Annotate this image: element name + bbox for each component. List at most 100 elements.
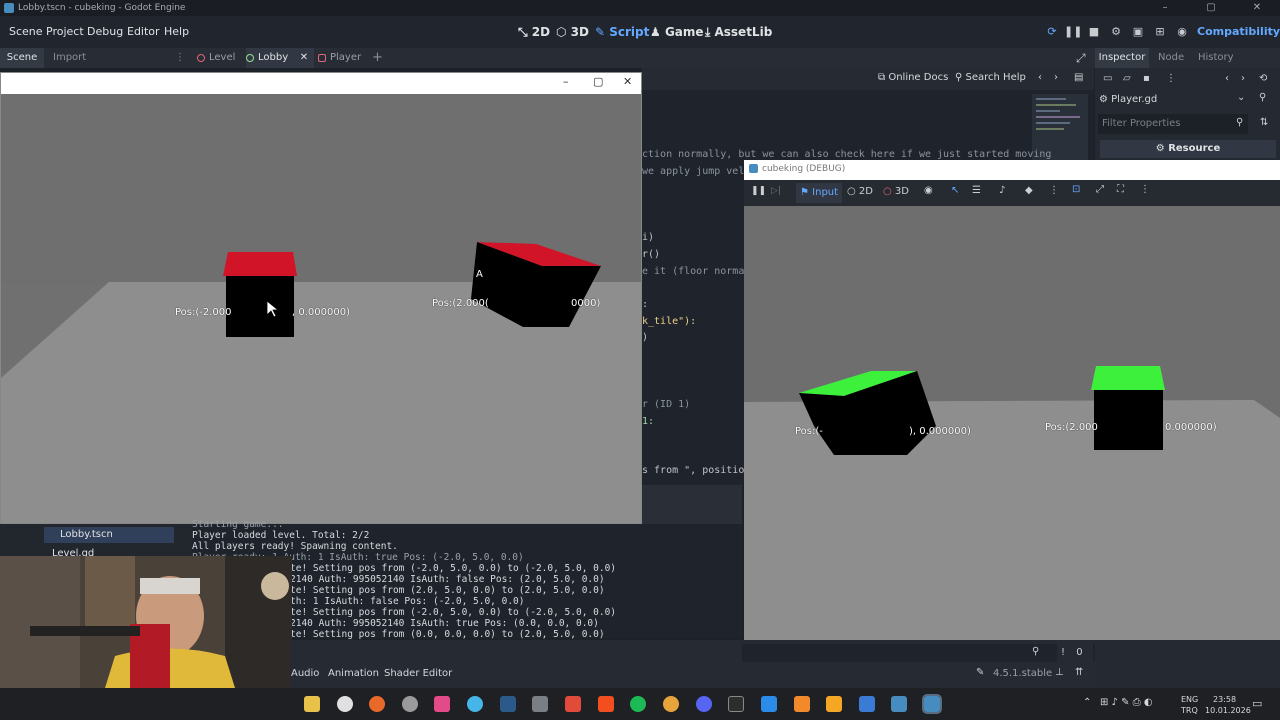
- firefox-icon[interactable]: [369, 696, 385, 712]
- game-minimize-button[interactable]: –: [563, 75, 569, 88]
- play-scene-icon[interactable]: ▣: [1130, 24, 1146, 40]
- pause-icon[interactable]: ❚❚: [1064, 24, 1082, 40]
- resource-section[interactable]: ⚙ Resource: [1100, 140, 1276, 158]
- filter-options-icon[interactable]: ⇅: [1260, 117, 1268, 128]
- signal-icon[interactable]: [467, 696, 483, 712]
- workspace-assetlib[interactable]: ⤓ AssetLib: [705, 16, 772, 48]
- expand-panel-icon[interactable]: ⇈: [1075, 667, 1083, 678]
- tab-animation[interactable]: Animation: [328, 668, 379, 679]
- pin-icon[interactable]: ⊥: [1055, 667, 1064, 678]
- list-select-icon[interactable]: ☰: [972, 185, 981, 196]
- stop-icon[interactable]: ■: [1086, 24, 1102, 40]
- clock-app-icon[interactable]: [337, 696, 353, 712]
- tab-scene[interactable]: Scene: [0, 48, 44, 68]
- resource-path[interactable]: ⚙ Player.gd ⌄ ⚲: [1099, 92, 1277, 110]
- menu-help[interactable]: Help: [164, 16, 189, 48]
- chevron-down-icon[interactable]: ⌄: [1237, 92, 1245, 103]
- scene-tab-lobby[interactable]: Lobby ✕: [246, 48, 315, 68]
- menu-project[interactable]: Project: [46, 16, 84, 48]
- tab-import[interactable]: Import: [53, 48, 86, 68]
- chrome-icon[interactable]: [663, 696, 679, 712]
- affinity-icon[interactable]: [565, 696, 581, 712]
- menu-scene[interactable]: Scene: [9, 16, 43, 48]
- add-tab-icon[interactable]: +: [372, 48, 383, 68]
- filter-properties-input[interactable]: Filter Properties ⚲: [1098, 114, 1248, 134]
- terminal-icon[interactable]: [728, 696, 744, 712]
- movie-maker-icon[interactable]: ◉: [1174, 24, 1190, 40]
- search-help-button[interactable]: ⚲ Search Help: [955, 72, 1026, 83]
- tray-icons[interactable]: ⊞ ♪ ✎ ⎙ ◐: [1100, 697, 1153, 708]
- close-tab-icon[interactable]: ✕: [300, 48, 308, 68]
- remote-debug-icon[interactable]: ⚙: [1108, 24, 1124, 40]
- dock-menu-icon[interactable]: ⋮: [175, 48, 185, 68]
- fit-icon[interactable]: ⤢: [1096, 184, 1104, 195]
- obs-icon[interactable]: [402, 696, 418, 712]
- new-resource-icon[interactable]: ▭: [1103, 73, 1112, 84]
- notification-icon[interactable]: ▭: [1252, 697, 1262, 710]
- vscode-icon[interactable]: [761, 696, 777, 712]
- unity-icon[interactable]: [532, 696, 548, 712]
- game-window[interactable]: – ▢ ✕ Pos:(-2.000 , 0.000000) Pos:(2.000…: [0, 72, 642, 524]
- renderer-select[interactable]: Compatibility ▾: [1197, 16, 1280, 70]
- play-custom-icon[interactable]: ⊞: [1152, 24, 1168, 40]
- visibility-icon[interactable]: ◉: [924, 185, 933, 196]
- next-script-icon[interactable]: ›: [1054, 72, 1058, 83]
- input-toggle[interactable]: ⚑ Input: [796, 183, 843, 203]
- tab-audio[interactable]: Audio: [291, 668, 319, 679]
- more-icon[interactable]: ⋮: [1166, 73, 1176, 84]
- online-docs-button[interactable]: ⧉ Online Docs: [878, 72, 948, 83]
- options-icon[interactable]: ⋮: [1140, 184, 1150, 195]
- forward-icon[interactable]: ›: [1241, 73, 1245, 84]
- workspace-script[interactable]: ✎ Script: [595, 16, 649, 48]
- select-icon[interactable]: ↖: [951, 185, 959, 196]
- slack-icon[interactable]: [434, 696, 450, 712]
- search-icon[interactable]: ⚲: [1032, 646, 1039, 657]
- tab-history[interactable]: History: [1198, 48, 1234, 68]
- menu-editor[interactable]: Editor: [127, 16, 160, 48]
- reload-icon[interactable]: ⟳: [1044, 24, 1060, 40]
- distraction-free-icon[interactable]: ⤢: [1076, 48, 1086, 68]
- language-indicator-sub[interactable]: TRQ: [1181, 706, 1198, 715]
- minimize-button[interactable]: –: [1142, 0, 1188, 16]
- clock-time[interactable]: 23:58: [1213, 695, 1236, 704]
- maximize-button[interactable]: ▢: [1188, 0, 1234, 16]
- discord-icon[interactable]: [696, 696, 712, 712]
- tab-inspector[interactable]: Inspector: [1095, 48, 1149, 68]
- workspace-2d[interactable]: ⤡ 2D: [518, 16, 550, 48]
- file-explorer-icon[interactable]: [304, 696, 320, 712]
- more-icon[interactable]: ⋮: [1049, 185, 1059, 196]
- debug-game-window[interactable]: cubeking (DEBUG) ❚❚ ▷| ⚑ Input ○ 2D ○ 3D…: [744, 160, 1280, 640]
- game-close-button[interactable]: ✕: [623, 75, 632, 88]
- tab-node[interactable]: Node: [1158, 48, 1184, 68]
- steam-icon[interactable]: [500, 696, 516, 712]
- audio-icon[interactable]: ♪: [999, 185, 1005, 196]
- camera-icon[interactable]: ◆: [1025, 185, 1033, 196]
- 2d-toggle[interactable]: ○ 2D: [847, 186, 873, 197]
- godot-debug-icon[interactable]: [922, 694, 942, 714]
- spotify-icon[interactable]: [630, 696, 646, 712]
- save-icon[interactable]: ▪: [1143, 73, 1150, 84]
- scene-tab-player[interactable]: Player: [318, 48, 361, 68]
- camera-override-icon[interactable]: ⊡: [1072, 184, 1080, 195]
- file-item-lobby[interactable]: Lobby.tscn: [44, 527, 174, 543]
- fullscreen-icon[interactable]: ⛶: [1117, 184, 1124, 195]
- font-app-icon[interactable]: [859, 696, 875, 712]
- prev-script-icon[interactable]: ‹: [1038, 72, 1042, 83]
- 3d-toggle[interactable]: ○ 3D: [883, 186, 909, 197]
- blender-icon[interactable]: [826, 696, 842, 712]
- workspace-3d[interactable]: ⬡ 3D: [556, 16, 589, 48]
- step-icon[interactable]: ▷|: [771, 186, 781, 196]
- pause-icon[interactable]: ❚❚: [751, 186, 766, 196]
- scene-tab-level[interactable]: Level: [197, 48, 235, 68]
- open-folder-icon[interactable]: ▱: [1123, 73, 1131, 84]
- back-icon[interactable]: ‹: [1225, 73, 1229, 84]
- history-icon[interactable]: ⟲: [1259, 73, 1267, 84]
- tab-shader-editor[interactable]: Shader Editor: [384, 668, 452, 679]
- clock-date[interactable]: 10.01.2026: [1205, 706, 1251, 715]
- cloud-icon[interactable]: [794, 696, 810, 712]
- workspace-game[interactable]: ♟ Game: [650, 16, 704, 48]
- tray-chevron-icon[interactable]: ⌃: [1083, 697, 1091, 708]
- figma-icon[interactable]: [598, 696, 614, 712]
- message-counter[interactable]: ! 0: [1057, 644, 1093, 662]
- godot-icon[interactable]: [891, 696, 907, 712]
